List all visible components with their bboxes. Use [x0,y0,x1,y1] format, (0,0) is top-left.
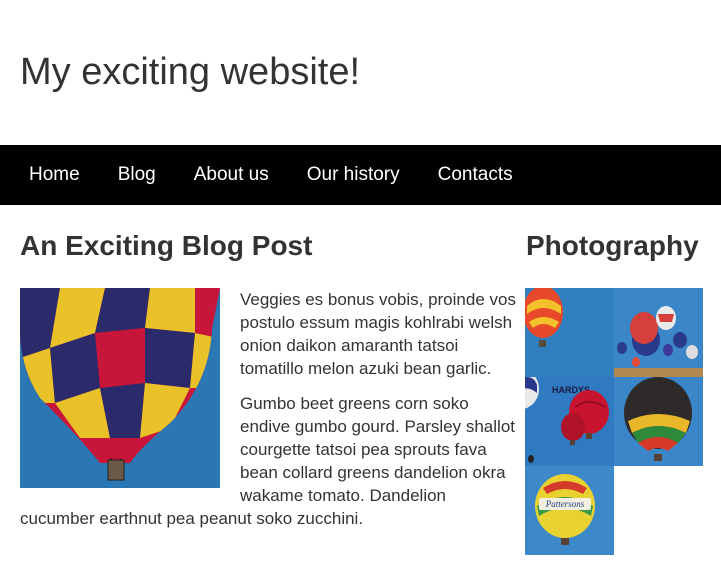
nav-item-our-history[interactable]: Our history [288,145,419,205]
nav-item-blog[interactable]: Blog [99,145,175,205]
pattersons-balloon-label: Pattersons [545,499,585,509]
site-title: My exciting website! [20,51,361,93]
nav-item-about-us[interactable]: About us [175,145,288,205]
gallery-thumb-2[interactable] [614,288,703,377]
sidebar-title: Photography [526,230,699,261]
hot-air-balloon-image [20,288,220,488]
gallery-thumb-1[interactable] [525,288,614,377]
blog-post: Veggies es bonus vobis, proinde vos post… [20,288,520,542]
post-title: An Exciting Blog Post [20,230,313,261]
photo-gallery: HARDYS Pattersons [525,288,703,555]
gallery-thumb-3[interactable]: HARDYS [525,377,614,466]
main-nav: Home Blog About us Our history Contacts [0,145,721,205]
site-header: My exciting website! [0,0,721,145]
gallery-thumb-5[interactable]: Pattersons [525,466,614,555]
gallery-thumb-4[interactable] [614,377,703,466]
nav-item-contacts[interactable]: Contacts [419,145,532,205]
nav-item-home[interactable]: Home [10,145,99,205]
nav-list: Home Blog About us Our history Contacts [0,145,721,205]
